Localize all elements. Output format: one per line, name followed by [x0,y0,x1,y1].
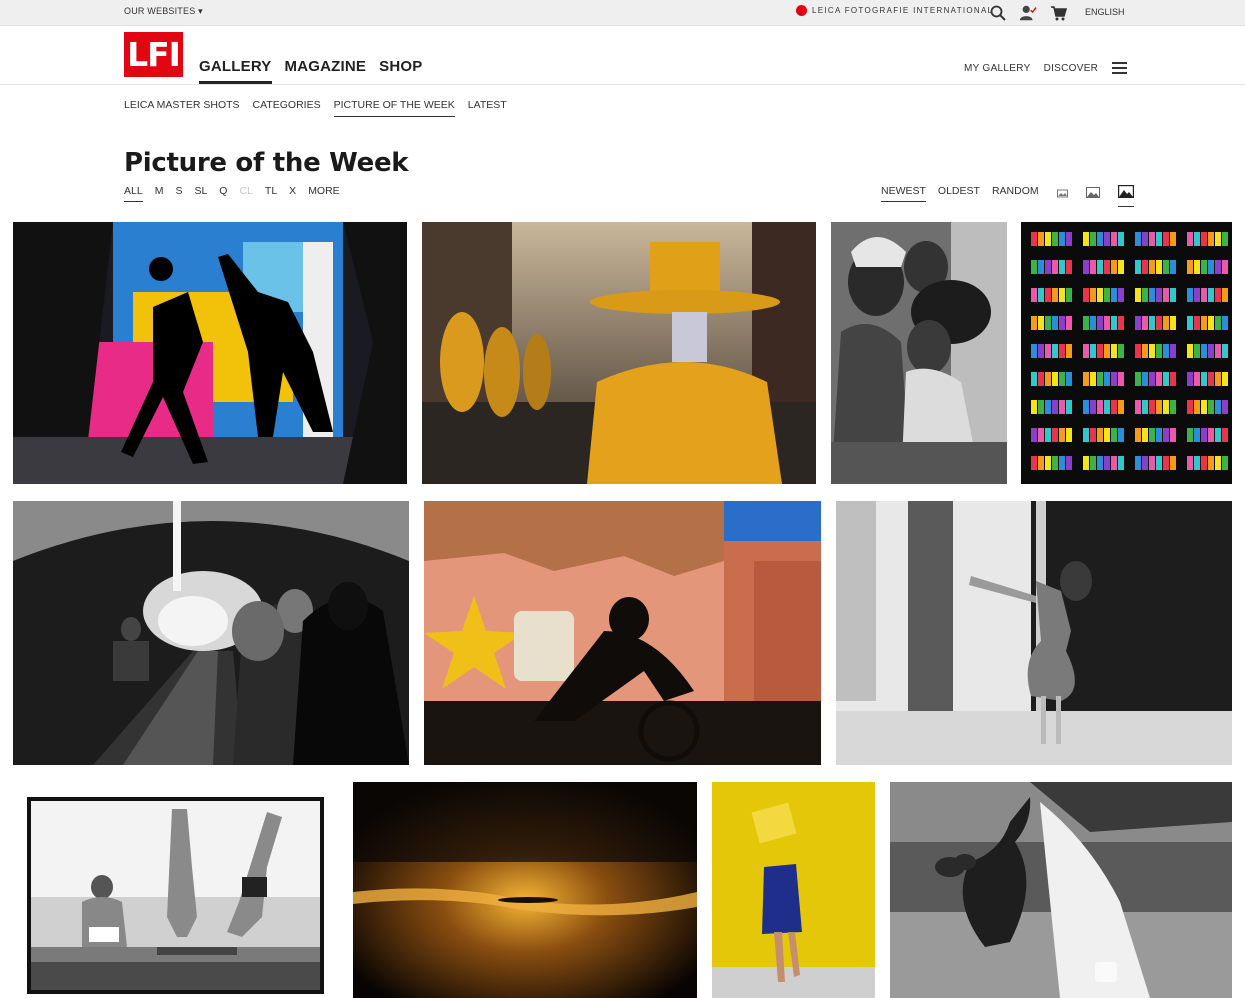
photo-woman-yellow-wall[interactable] [712,782,875,998]
photo-peacock-bw[interactable] [890,782,1232,998]
nav-shop[interactable]: SHOP [379,58,422,84]
cart-icon[interactable] [1049,4,1067,22]
user-icon[interactable] [1019,4,1037,22]
sort-newest[interactable]: NEWEST [881,185,926,202]
leica-fotografie-link[interactable]: LEICA FOTOGRAFIE INTERNATIONAL [796,5,993,16]
camera-filters: ALL M S SL Q CL TL X MORE [124,185,340,202]
subnav-categories[interactable]: CATEGORIES [253,99,321,117]
hamburger-icon[interactable] [1112,62,1128,74]
nav-discover[interactable]: DISCOVER [1044,63,1099,74]
filter-cl: CL [239,185,253,197]
photo-escalator-couple[interactable] [13,501,409,765]
search-icon[interactable] [989,4,1007,22]
photo-basketball-silhouettes[interactable] [13,222,407,484]
filter-x[interactable]: X [289,185,296,202]
filter-sl[interactable]: SL [194,185,207,202]
language-selector[interactable]: ENGLISH [1085,7,1125,17]
filter-more[interactable]: MORE [308,185,340,202]
leica-red-dot-icon [796,5,807,16]
subnav-leica-master-shots[interactable]: LEICA MASTER SHOTS [124,99,240,117]
photo-cyclist-silhouette[interactable] [424,501,821,765]
photo-woman-selfie-bw[interactable] [836,501,1232,765]
filter-m[interactable]: M [155,185,164,202]
our-websites-dropdown[interactable]: OUR WEBSITES ▾ [124,6,203,17]
page-title: Picture of the Week [124,148,409,178]
view-small-icon[interactable] [1056,185,1068,206]
photo-colorful-bottles[interactable] [1021,222,1232,484]
view-large-icon[interactable] [1117,184,1134,207]
lfi-logo[interactable]: LFI [124,32,183,77]
photo-yellow-hat-parade[interactable] [422,222,816,484]
leica-label: LEICA FOTOGRAFIE INTERNATIONAL [812,6,994,15]
sort-oldest[interactable]: OLDEST [938,185,980,201]
nav-my-gallery[interactable]: MY GALLERY [964,63,1031,74]
view-medium-icon[interactable] [1085,185,1100,206]
right-nav: MY GALLERY DISCOVER [964,62,1128,74]
gallery-subnav: LEICA MASTER SHOTS CATEGORIES PICTURE OF… [124,99,507,117]
sort-controls: NEWEST OLDEST RANDOM [881,184,1134,207]
sort-random[interactable]: RANDOM [992,185,1039,201]
main-nav: GALLERY MAGAZINE SHOP [199,58,422,84]
top-utility-bar: OUR WEBSITES ▾ LEICA FOTOGRAFIE INTERNAT… [0,0,1245,26]
filter-all[interactable]: ALL [124,185,143,202]
filter-tl[interactable]: TL [265,185,277,202]
filter-q[interactable]: Q [219,185,227,202]
photo-girls-bw[interactable] [831,222,1007,484]
subnav-picture-of-the-week[interactable]: PICTURE OF THE WEEK [333,99,455,117]
main-header: LFI GALLERY MAGAZINE SHOP MY GALLERY DIS… [0,27,1245,85]
subnav-latest[interactable]: LATEST [468,99,507,117]
filter-s[interactable]: S [175,185,182,202]
nav-gallery[interactable]: GALLERY [199,58,272,84]
photo-underwater-swimmer[interactable] [353,782,697,998]
nav-magazine[interactable]: MAGAZINE [285,58,367,84]
photo-handstand-men-bw[interactable] [27,797,324,994]
